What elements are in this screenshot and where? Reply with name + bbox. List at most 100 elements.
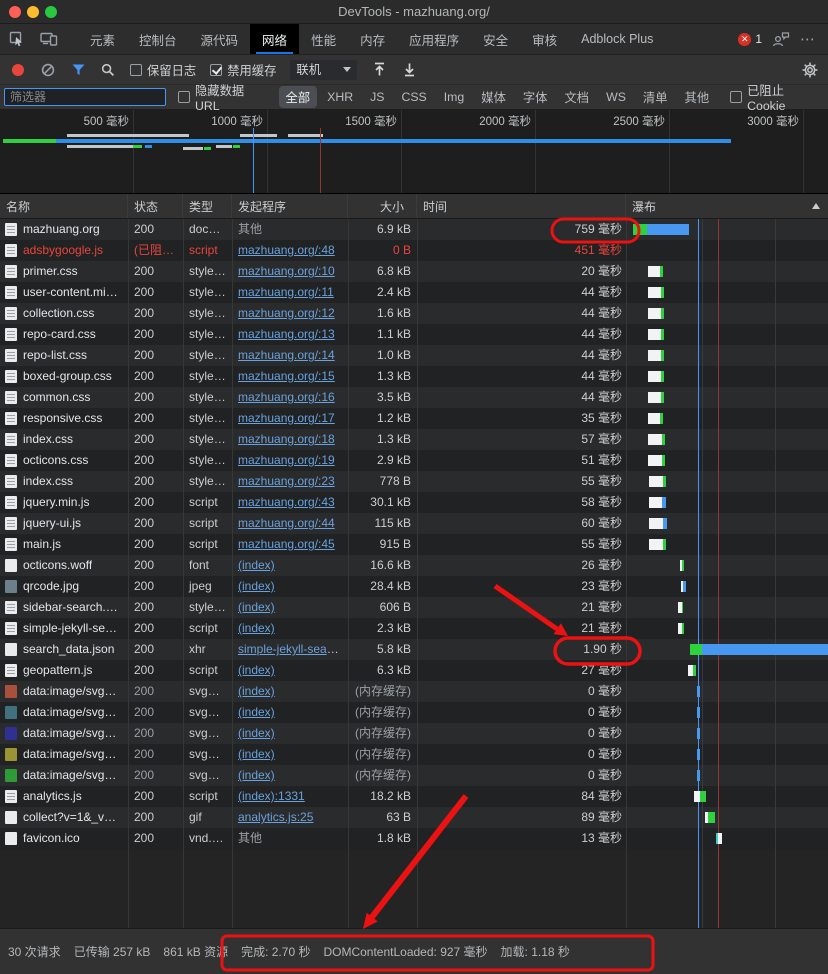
table-row[interactable]: data:image/svg…200svg+…(index)(内存缓存)0 毫秒 [0, 744, 828, 765]
filter-pill-8[interactable]: 文档 [557, 86, 596, 108]
tab-2[interactable]: 控制台 [127, 24, 189, 54]
table-row[interactable]: mazhuang.org200docu…其他6.9 kB759 毫秒 [0, 219, 828, 240]
hide-data-url-checkbox-box[interactable] [178, 91, 190, 103]
initiator-link[interactable]: mazhuang.org/:15 [238, 369, 335, 383]
search-icon[interactable] [100, 62, 116, 78]
initiator-link[interactable]: mazhuang.org/:13 [238, 327, 335, 341]
initiator-link[interactable]: mazhuang.org/:45 [238, 537, 335, 551]
tab-10[interactable]: Adblock Plus [569, 24, 665, 54]
blocked-cookies-checkbox-box[interactable] [730, 91, 742, 103]
device-toolbar-icon[interactable] [40, 31, 58, 47]
table-row[interactable]: data:image/svg…200svg+…(index)(内存缓存)0 毫秒 [0, 681, 828, 702]
initiator-link[interactable]: mazhuang.org/:16 [238, 390, 335, 404]
preserve-log-checkbox[interactable]: 保留日志 [130, 61, 196, 79]
filter-pill-11[interactable]: 其他 [678, 86, 717, 108]
table-row[interactable]: boxed-group.css200styles…mazhuang.org/:1… [0, 366, 828, 387]
initiator-link[interactable]: simple-jekyll-sear… [238, 642, 343, 656]
tab-4[interactable]: 网络 [250, 24, 299, 54]
column-header-4[interactable]: 发起程序 [232, 194, 348, 218]
tab-9[interactable]: 审核 [520, 24, 569, 54]
tab-5[interactable]: 性能 [299, 24, 348, 54]
throttling-select[interactable]: 联机 [290, 60, 357, 80]
tab-7[interactable]: 应用程序 [397, 24, 471, 54]
table-row[interactable]: data:image/svg…200svg+…(index)(内存缓存)0 毫秒 [0, 702, 828, 723]
column-header-2[interactable]: 状态 [128, 194, 183, 218]
error-count-badge[interactable]: ✕ 1 [738, 32, 762, 46]
initiator-link[interactable]: mazhuang.org/:12 [238, 306, 335, 320]
table-row[interactable]: repo-card.css200styles…mazhuang.org/:131… [0, 324, 828, 345]
tab-8[interactable]: 安全 [471, 24, 520, 54]
table-row[interactable]: main.js200scriptmazhuang.org/:45915 B55 … [0, 534, 828, 555]
network-overview-timeline[interactable]: 500 毫秒1000 毫秒1500 毫秒2000 毫秒2500 毫秒3000 毫… [0, 110, 828, 194]
initiator-link[interactable]: mazhuang.org/:23 [238, 474, 335, 488]
initiator-link[interactable]: (index) [238, 600, 275, 614]
initiator-link[interactable]: mazhuang.org/:10 [238, 264, 335, 278]
disable-cache-checkbox[interactable]: 禁用缓存 [210, 61, 276, 79]
filter-pill-3[interactable]: JS [363, 88, 391, 106]
table-row[interactable]: octicons.css200styles…mazhuang.org/:192.… [0, 450, 828, 471]
tab-6[interactable]: 内存 [348, 24, 397, 54]
initiator-link[interactable]: mazhuang.org/:14 [238, 348, 335, 362]
filter-input[interactable] [4, 88, 166, 106]
column-header-3[interactable]: 类型 [183, 194, 232, 218]
blocked-cookies-checkbox[interactable]: 已阻止 Cookie [730, 81, 824, 113]
table-row[interactable]: search_data.json200xhrsimple-jekyll-sear… [0, 639, 828, 660]
tab-3[interactable]: 源代码 [189, 24, 251, 54]
table-row[interactable]: favicon.ico200vnd.…其他1.8 kB13 毫秒 [0, 828, 828, 849]
initiator-link[interactable]: mazhuang.org/:18 [238, 432, 335, 446]
table-row[interactable]: jquery.min.js200scriptmazhuang.org/:4330… [0, 492, 828, 513]
initiator-link[interactable]: (index):1331 [238, 789, 305, 803]
table-row[interactable]: octicons.woff200font(index)16.6 kB26 毫秒 [0, 555, 828, 576]
filter-pill-7[interactable]: 字体 [516, 86, 555, 108]
table-row[interactable]: geopattern.js200script(index)6.3 kB27 毫秒 [0, 660, 828, 681]
table-row[interactable]: repo-list.css200styles…mazhuang.org/:141… [0, 345, 828, 366]
filter-pill-4[interactable]: CSS [394, 88, 433, 106]
filter-pill-5[interactable]: Img [437, 88, 472, 106]
table-row[interactable]: collect?v=1&_v…200gifanalytics.js:2563 B… [0, 807, 828, 828]
initiator-link[interactable]: analytics.js:25 [238, 810, 313, 824]
initiator-link[interactable]: (index) [238, 684, 275, 698]
table-row[interactable]: responsive.css200styles…mazhuang.org/:17… [0, 408, 828, 429]
table-row[interactable]: data:image/svg…200svg+…(index)(内存缓存)0 毫秒 [0, 723, 828, 744]
table-row[interactable]: index.css200styles…mazhuang.org/:181.3 k… [0, 429, 828, 450]
initiator-link[interactable]: (index) [238, 705, 275, 719]
initiator-link[interactable]: (index) [238, 726, 275, 740]
column-header-6[interactable]: 时间 [417, 194, 626, 218]
filter-pill-2[interactable]: XHR [320, 88, 360, 106]
initiator-link[interactable]: mazhuang.org/:43 [238, 495, 335, 509]
initiator-link[interactable]: (index) [238, 747, 275, 761]
table-row[interactable]: analytics.js200script(index):133118.2 kB… [0, 786, 828, 807]
preserve-log-checkbox-box[interactable] [130, 64, 142, 76]
import-har-icon[interactable] [371, 62, 387, 78]
initiator-link[interactable]: (index) [238, 579, 275, 593]
initiator-link[interactable]: mazhuang.org/:17 [238, 411, 335, 425]
table-row[interactable]: common.css200styles…mazhuang.org/:163.5 … [0, 387, 828, 408]
record-network-log-button[interactable] [10, 62, 26, 78]
filter-pill-10[interactable]: 清单 [636, 86, 675, 108]
filter-pill-9[interactable]: WS [599, 88, 633, 106]
table-row[interactable]: collection.css200styles…mazhuang.org/:12… [0, 303, 828, 324]
table-row[interactable]: index.css200styles…mazhuang.org/:23778 B… [0, 471, 828, 492]
table-row[interactable]: jquery-ui.js200scriptmazhuang.org/:44115… [0, 513, 828, 534]
initiator-link[interactable]: (index) [238, 663, 275, 677]
filter-pill-6[interactable]: 媒体 [474, 86, 513, 108]
table-row[interactable]: sidebar-search.…200styles…(index)606 B21… [0, 597, 828, 618]
column-header-5[interactable]: 大小 [348, 194, 417, 218]
initiator-link[interactable]: mazhuang.org/:19 [238, 453, 335, 467]
more-options-icon[interactable]: ⋯ [800, 30, 816, 48]
initiator-link[interactable]: (index) [238, 558, 275, 572]
initiator-link[interactable]: (index) [238, 768, 275, 782]
table-row[interactable]: user-content.mi…200styles…mazhuang.org/:… [0, 282, 828, 303]
table-row[interactable]: primer.css200styles…mazhuang.org/:106.8 … [0, 261, 828, 282]
table-row[interactable]: simple-jekyll-se…200script(index)2.3 kB2… [0, 618, 828, 639]
export-har-icon[interactable] [401, 62, 417, 78]
table-row[interactable]: qrcode.jpg200jpeg(index)28.4 kB23 毫秒 [0, 576, 828, 597]
column-header-1[interactable]: 名称 [0, 194, 128, 218]
disable-cache-checkbox-box[interactable] [210, 64, 222, 76]
inspect-element-icon[interactable] [8, 31, 26, 47]
hide-data-url-checkbox[interactable]: 隐藏数据 URL [178, 81, 271, 113]
clear-network-log-icon[interactable] [40, 62, 56, 78]
table-row[interactable]: data:image/svg…200svg+…(index)(内存缓存)0 毫秒 [0, 765, 828, 786]
column-header-7[interactable]: 瀑布 [626, 194, 828, 218]
filter-pill-1[interactable]: 全部 [279, 86, 318, 108]
